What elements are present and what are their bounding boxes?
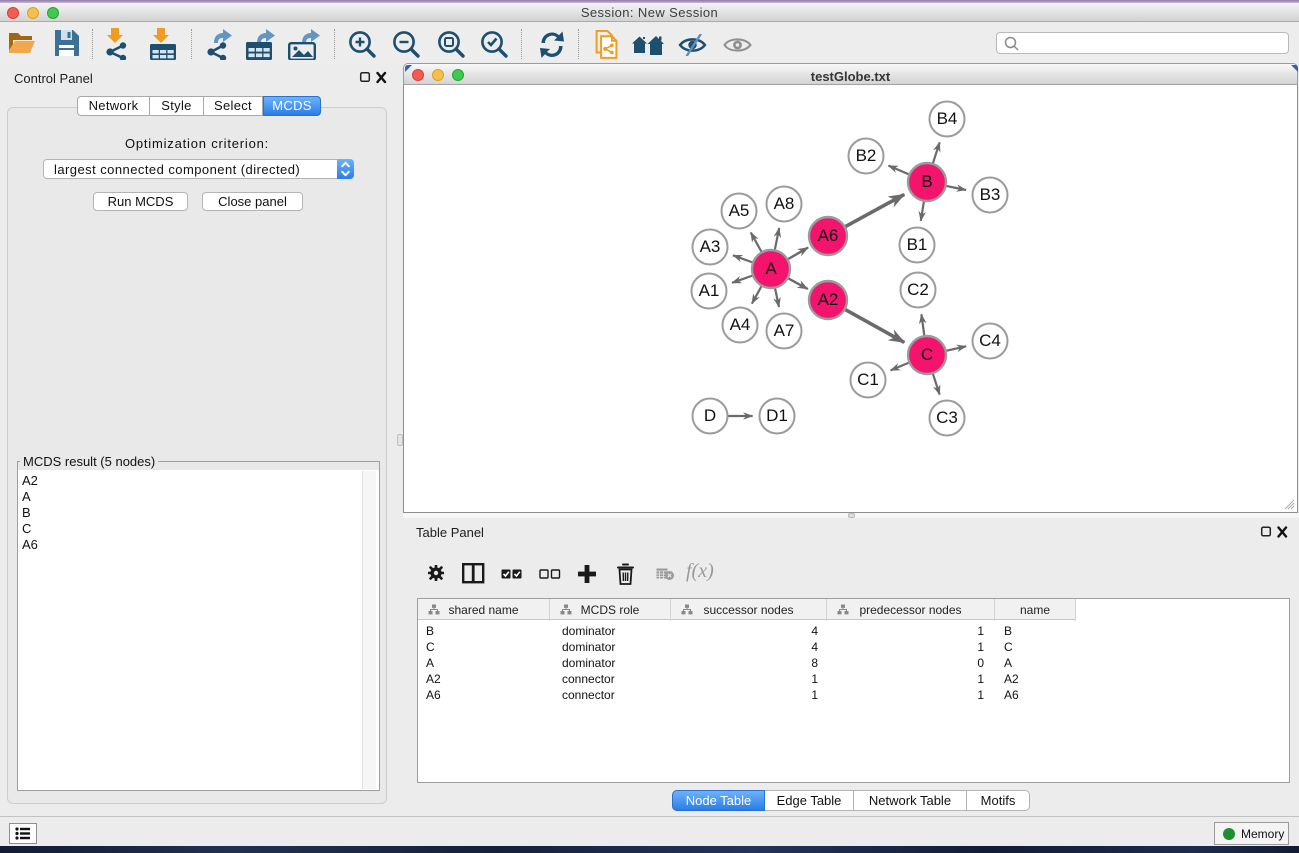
svg-text:A: A bbox=[765, 259, 777, 278]
svg-text:B2: B2 bbox=[856, 146, 877, 165]
svg-text:A3: A3 bbox=[700, 237, 721, 256]
svg-text:B1: B1 bbox=[907, 235, 928, 254]
svg-text:B3: B3 bbox=[980, 185, 1001, 204]
svg-text:D: D bbox=[704, 406, 716, 425]
svg-text:A4: A4 bbox=[730, 315, 751, 334]
svg-text:A5: A5 bbox=[729, 201, 750, 220]
svg-text:C4: C4 bbox=[979, 331, 1001, 350]
svg-text:C: C bbox=[921, 345, 933, 364]
svg-text:D1: D1 bbox=[766, 406, 788, 425]
svg-text:A8: A8 bbox=[774, 194, 795, 213]
svg-text:A1: A1 bbox=[699, 281, 720, 300]
svg-text:A7: A7 bbox=[774, 321, 795, 340]
svg-text:A2: A2 bbox=[818, 290, 839, 309]
svg-text:C1: C1 bbox=[857, 370, 879, 389]
svg-text:B: B bbox=[921, 172, 932, 191]
svg-text:B4: B4 bbox=[937, 109, 958, 128]
svg-text:C3: C3 bbox=[936, 408, 958, 427]
svg-text:C2: C2 bbox=[907, 280, 929, 299]
svg-text:A6: A6 bbox=[818, 226, 839, 245]
